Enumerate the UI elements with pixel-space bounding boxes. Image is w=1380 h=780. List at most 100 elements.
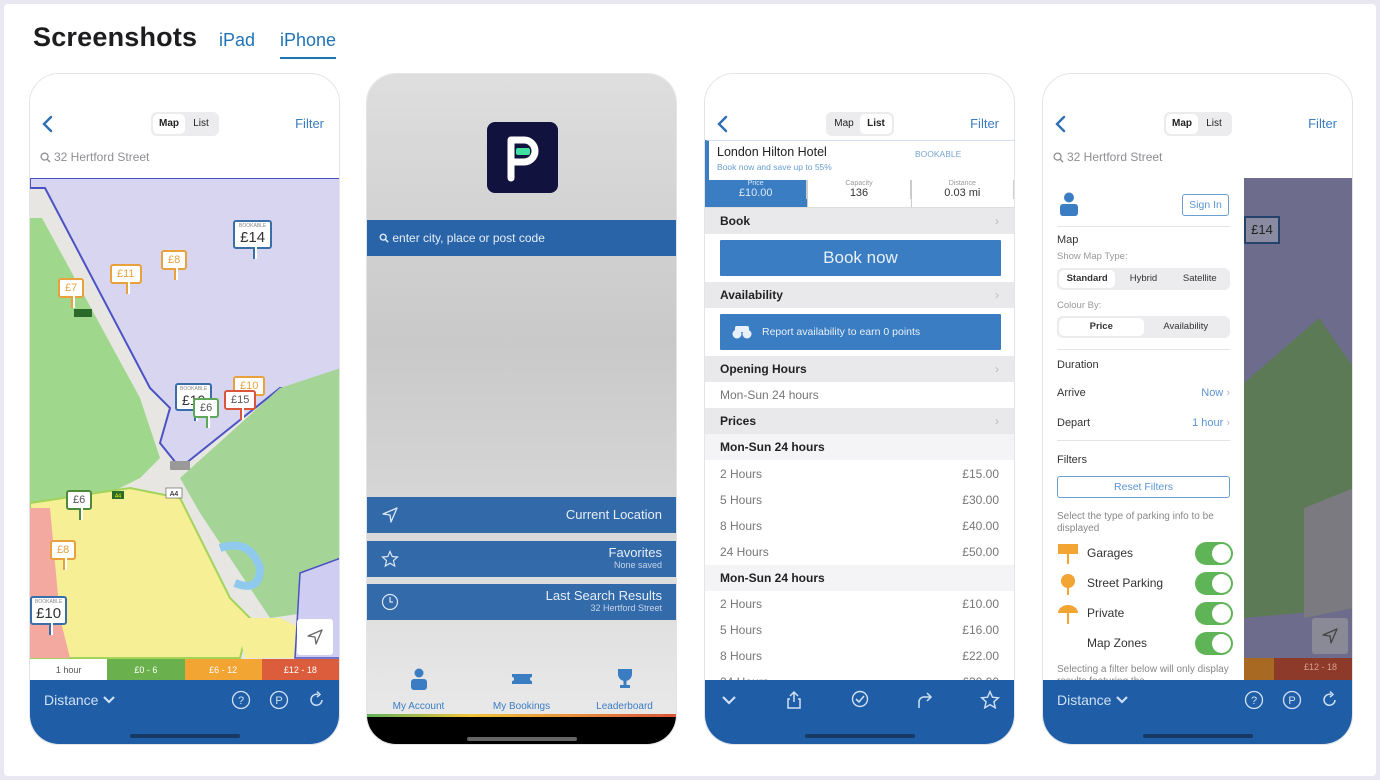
segment-map[interactable]: Map xyxy=(1166,114,1198,134)
locate-me-button[interactable] xyxy=(1312,618,1348,654)
arrive-row[interactable]: Arrive Now › xyxy=(1057,387,1230,399)
section-opening-hours[interactable]: Opening Hours › xyxy=(705,356,1014,382)
help-icon[interactable]: ? xyxy=(1244,690,1264,710)
screenshot-filter-panel[interactable]: Map List Filter 32 Hertford Street £14 £… xyxy=(1042,73,1353,745)
toggle-switch[interactable] xyxy=(1195,632,1233,655)
map-pin-bookable[interactable]: BOOKABLE£10 xyxy=(30,596,68,635)
price-row: 24 Hours £50.00 xyxy=(720,545,999,559)
current-location-button[interactable]: Current Location xyxy=(367,497,676,533)
locate-me-button[interactable] xyxy=(297,619,333,655)
reset-filters-button[interactable]: Reset Filters xyxy=(1057,476,1230,498)
help-icon[interactable]: ? xyxy=(231,690,251,710)
map-pin[interactable]: £8 xyxy=(161,250,188,280)
stat-price: Price £10.00 xyxy=(705,180,809,207)
toggle-switch[interactable] xyxy=(1195,602,1233,625)
book-now-button[interactable]: Book now xyxy=(720,240,1001,276)
toggle-switch[interactable] xyxy=(1195,542,1233,565)
section-prices[interactable]: Prices › xyxy=(705,408,1014,434)
toggle-map-zones[interactable]: Map Zones xyxy=(1057,631,1233,657)
map-type-satellite[interactable]: Satellite xyxy=(1172,270,1228,288)
map-pin[interactable]: £15 xyxy=(224,390,257,420)
map-pin[interactable]: £11 xyxy=(110,264,142,294)
sign-in-button[interactable]: Sign In xyxy=(1182,194,1229,216)
colour-by-price[interactable]: Price xyxy=(1059,318,1144,336)
refresh-icon[interactable] xyxy=(1320,690,1340,710)
toggle-private[interactable]: Private xyxy=(1057,601,1233,627)
map-pin[interactable]: £14 xyxy=(1244,216,1280,244)
back-chevron-icon[interactable] xyxy=(713,112,733,136)
parking-map[interactable]: A4 A4 £7 £11 £8 BOOKABLE £14 £10 BOOKABLE… xyxy=(30,178,339,682)
tab-leaderboard[interactable]: Leaderboard xyxy=(573,660,676,716)
screenshot-map-view[interactable]: Map List Filter 32 Hertford Street A4 A4… xyxy=(29,73,340,745)
back-chevron-icon[interactable] xyxy=(38,112,58,136)
garage-sign-icon xyxy=(1058,544,1078,564)
map-list-toggle[interactable]: Map List xyxy=(826,112,894,136)
screenshot-parking-detail[interactable]: Map List Filter London Hilton Hotel BOOK… xyxy=(704,73,1015,745)
directions-icon[interactable] xyxy=(915,690,935,710)
screenshot-home-view[interactable]: enter city, place or post code Current L… xyxy=(366,73,677,745)
tab-my-account[interactable]: My Account xyxy=(367,660,470,716)
segment-map[interactable]: Map xyxy=(828,114,860,134)
price-row: 8 Hours £22.00 xyxy=(720,649,999,663)
search-icon xyxy=(379,233,389,243)
price-row: 5 Hours £30.00 xyxy=(720,493,999,507)
segment-map[interactable]: Map xyxy=(153,114,185,134)
check-in-icon[interactable] xyxy=(850,690,870,710)
section-book[interactable]: Book › xyxy=(705,208,1014,234)
map-list-toggle[interactable]: Map List xyxy=(151,112,219,136)
sort-distance-button[interactable]: Distance xyxy=(44,692,116,708)
depart-row[interactable]: Depart 1 hour › xyxy=(1057,417,1230,429)
tab-my-bookings[interactable]: My Bookings xyxy=(470,660,573,716)
chevron-right-icon: › xyxy=(995,362,999,376)
toggle-street-parking[interactable]: Street Parking xyxy=(1057,571,1233,597)
action-toolbar xyxy=(705,680,1014,744)
star-icon[interactable] xyxy=(980,690,1000,710)
location-search-input[interactable]: enter city, place or post code xyxy=(367,220,676,256)
sort-distance-button[interactable]: Distance xyxy=(1057,692,1129,708)
home-indicator xyxy=(129,734,240,738)
search-text: 32 Hertford Street xyxy=(54,150,150,164)
map-pin[interactable]: £6 xyxy=(193,398,220,428)
tab-iphone[interactable]: iPhone xyxy=(280,30,337,59)
chevron-down-icon xyxy=(1116,696,1129,704)
map-type-hybrid[interactable]: Hybrid xyxy=(1115,270,1171,288)
stat-capacity: Capacity 136 xyxy=(808,180,912,207)
map-pin[interactable]: £7 xyxy=(58,278,85,308)
toggle-garages[interactable]: Garages xyxy=(1057,541,1233,567)
map-list-toggle[interactable]: Map List xyxy=(1164,112,1232,136)
legend-low: £0 - 6 xyxy=(107,659,185,682)
filter-button[interactable]: Filter xyxy=(295,116,324,131)
chevron-down-icon[interactable] xyxy=(719,690,739,710)
last-search-results-button[interactable]: Last Search Results 32 Hertford Street xyxy=(367,584,676,620)
map-type-selector[interactable]: Standard Hybrid Satellite xyxy=(1057,268,1230,290)
search-field[interactable]: 32 Hertford Street xyxy=(1053,150,1162,164)
duration-title: Duration xyxy=(1057,359,1099,371)
chevron-right-icon: › xyxy=(1226,417,1230,429)
section-availability[interactable]: Availability › xyxy=(705,282,1014,308)
segment-list[interactable]: List xyxy=(185,114,217,134)
parking-icon[interactable]: P xyxy=(1282,690,1302,710)
colour-by-availability[interactable]: Availability xyxy=(1144,318,1229,336)
map-pin[interactable]: £8 xyxy=(50,540,77,570)
refresh-icon[interactable] xyxy=(307,690,327,710)
map-type-standard[interactable]: Standard xyxy=(1059,270,1116,288)
colour-by-selector[interactable]: Price Availability xyxy=(1057,316,1230,338)
report-availability-button[interactable]: Report availability to earn 0 points xyxy=(720,314,1001,350)
map-pin-bookable[interactable]: BOOKABLE £14 xyxy=(233,220,273,259)
dimmed-map[interactable]: £14 £12 - 18 xyxy=(1244,178,1352,682)
favorites-button[interactable]: Favorites None saved xyxy=(367,541,676,577)
map-pin[interactable]: £6 xyxy=(66,490,93,520)
search-field[interactable]: 32 Hertford Street xyxy=(40,150,149,164)
back-chevron-icon[interactable] xyxy=(1051,112,1071,136)
segment-list[interactable]: List xyxy=(1198,114,1230,134)
filter-button[interactable]: Filter xyxy=(970,116,999,131)
filter-button[interactable]: Filter xyxy=(1308,116,1337,131)
share-icon[interactable] xyxy=(784,690,804,710)
segment-list[interactable]: List xyxy=(860,114,892,134)
home-indicator xyxy=(1142,734,1253,738)
private-umbrella-icon xyxy=(1058,605,1078,624)
toggle-switch[interactable] xyxy=(1195,572,1233,595)
tab-ipad[interactable]: iPad xyxy=(219,30,255,51)
filters-title: Filters xyxy=(1057,454,1087,466)
parking-icon[interactable]: P xyxy=(269,690,289,710)
